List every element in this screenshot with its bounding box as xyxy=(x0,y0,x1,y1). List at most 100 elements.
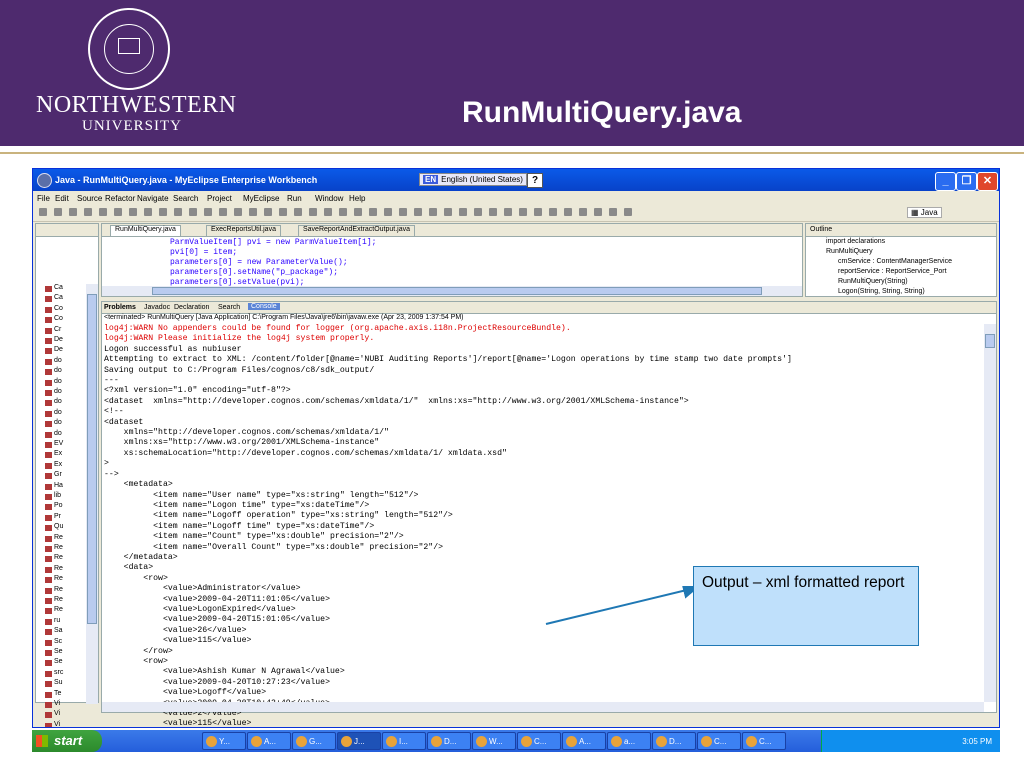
toolbar-action-icon[interactable] xyxy=(609,208,617,216)
toolbar-action-icon[interactable] xyxy=(414,208,422,216)
explorer-item[interactable]: Se xyxy=(45,658,63,667)
toolbar-action-icon[interactable] xyxy=(114,208,122,216)
editor-tab[interactable]: RunMultiQuery.java xyxy=(110,225,181,236)
taskbar-item[interactable]: W... xyxy=(472,732,516,750)
toolbar-action-icon[interactable] xyxy=(264,208,272,216)
toolbar-action-icon[interactable] xyxy=(444,208,452,216)
outline-item[interactable]: RunMultiQuery(String) xyxy=(838,278,908,285)
toolbar-action-icon[interactable] xyxy=(474,208,482,216)
explorer-item[interactable]: Re xyxy=(45,606,63,615)
explorer-item[interactable]: Co xyxy=(45,305,63,313)
taskbar-item[interactable]: Y... xyxy=(202,732,246,750)
toolbar-action-icon[interactable] xyxy=(54,208,62,216)
explorer-scroll-thumb[interactable] xyxy=(87,294,97,624)
restore-button[interactable]: ❐ xyxy=(956,172,977,191)
toolbar-action-icon[interactable] xyxy=(624,208,632,216)
explorer-item[interactable]: do xyxy=(45,409,62,417)
editor-tab[interactable]: ExecReportsUtil.java xyxy=(206,225,281,236)
explorer-item[interactable]: Re xyxy=(45,554,63,563)
explorer-item[interactable]: do xyxy=(45,398,62,407)
explorer-item[interactable]: Cr xyxy=(44,326,61,334)
toolbar-action-icon[interactable] xyxy=(204,208,212,216)
toolbar-action-icon[interactable] xyxy=(174,208,182,216)
taskbar-item[interactable]: A... xyxy=(247,732,291,750)
toolbar-action-icon[interactable] xyxy=(339,208,347,216)
explorer-item[interactable]: Sa xyxy=(45,627,63,636)
menu-refactor[interactable]: Refactor xyxy=(105,194,135,203)
explorer-item[interactable]: Ca xyxy=(45,284,63,292)
taskbar-item[interactable]: D... xyxy=(652,732,696,750)
editor-code[interactable]: ParmValueItem[] pvi = new ParmValueItem[… xyxy=(170,238,376,288)
outline-item[interactable]: import declarations xyxy=(826,238,885,245)
toolbar-action-icon[interactable] xyxy=(369,208,377,216)
toolbar-action-icon[interactable] xyxy=(219,208,227,216)
console-tab-console[interactable]: Console xyxy=(248,303,280,310)
toolbar-action-icon[interactable] xyxy=(144,208,152,216)
toolbar-action-icon[interactable] xyxy=(429,208,437,216)
toolbar-action-icon[interactable] xyxy=(534,208,542,216)
outline-item[interactable]: cmService : ContentManagerService xyxy=(838,258,952,265)
explorer-item[interactable]: src xyxy=(44,669,63,677)
toolbar-action-icon[interactable] xyxy=(69,208,77,216)
toolbar-action-icon[interactable] xyxy=(99,208,107,216)
explorer-item[interactable]: Re xyxy=(45,596,63,604)
menu-edit[interactable]: Edit xyxy=(55,194,69,203)
explorer-item[interactable]: Re xyxy=(45,575,63,584)
menu-search[interactable]: Search xyxy=(173,194,198,203)
toolbar-action-icon[interactable] xyxy=(519,208,527,216)
close-button[interactable]: ✕ xyxy=(977,172,998,191)
menu-navigate[interactable]: Navigate xyxy=(137,194,169,203)
explorer-item[interactable]: do xyxy=(45,430,62,438)
explorer-item[interactable]: Se xyxy=(45,648,63,656)
outline-item[interactable]: Logon(String, String, String) xyxy=(838,288,925,295)
console-tab-declaration[interactable]: Declaration xyxy=(174,304,209,311)
toolbar-action-icon[interactable] xyxy=(489,208,497,216)
editor-tab[interactable]: SaveReportAndExtractOutput.java xyxy=(298,225,416,236)
explorer-item[interactable]: Gr xyxy=(45,471,62,480)
taskbar-item[interactable]: G... xyxy=(292,732,336,750)
menu-help[interactable]: Help xyxy=(349,194,365,203)
explorer-item[interactable]: do xyxy=(45,378,62,386)
toolbar-action-icon[interactable] xyxy=(504,208,512,216)
help-icon[interactable]: ? xyxy=(527,173,543,188)
taskbar-item[interactable]: C... xyxy=(697,732,741,750)
console-hscrollbar[interactable] xyxy=(102,702,984,712)
toolbar-action-icon[interactable] xyxy=(294,208,302,216)
toolbar-action-icon[interactable] xyxy=(309,208,317,216)
toolbar-action-icon[interactable] xyxy=(39,208,47,216)
taskbar-item[interactable]: C... xyxy=(742,732,786,750)
explorer-item[interactable]: Ha xyxy=(45,482,63,490)
toolbar-action-icon[interactable] xyxy=(549,208,557,216)
explorer-item[interactable]: lib xyxy=(44,492,61,500)
explorer-item[interactable]: Re xyxy=(45,544,63,552)
taskbar-item[interactable]: D... xyxy=(427,732,471,750)
explorer-item[interactable]: Po xyxy=(45,502,63,511)
toolbar-action-icon[interactable] xyxy=(324,208,332,216)
explorer-item[interactable]: Re xyxy=(45,565,63,573)
toolbar-action-icon[interactable] xyxy=(384,208,392,216)
console-vscrollbar[interactable] xyxy=(984,324,996,702)
explorer-item[interactable]: Vi xyxy=(44,700,60,708)
taskbar-item[interactable]: J... xyxy=(337,732,381,750)
toolbar-action-icon[interactable] xyxy=(84,208,92,216)
explorer-item[interactable]: do xyxy=(45,388,62,396)
menu-run[interactable]: Run xyxy=(287,194,302,203)
toolbar-action-icon[interactable] xyxy=(234,208,242,216)
console-tab-javadoc[interactable]: Javadoc xyxy=(144,304,170,311)
explorer-item[interactable]: De xyxy=(45,346,63,355)
menu-source[interactable]: Source xyxy=(77,194,102,203)
explorer-item[interactable]: do xyxy=(45,419,62,428)
taskbar-item[interactable]: A... xyxy=(562,732,606,750)
menu-file[interactable]: File xyxy=(37,194,50,203)
explorer-item[interactable]: do xyxy=(45,357,62,365)
explorer-item[interactable]: Sc xyxy=(44,638,62,646)
minimize-button[interactable]: _ xyxy=(935,172,956,191)
toolbar-action-icon[interactable] xyxy=(129,208,137,216)
explorer-item[interactable]: Ca xyxy=(45,294,63,303)
toolbar-action-icon[interactable] xyxy=(249,208,257,216)
toolbar-action-icon[interactable] xyxy=(459,208,467,216)
menu-window[interactable]: Window xyxy=(315,194,343,203)
menu-project[interactable]: Project xyxy=(207,194,232,203)
taskbar-item[interactable]: I... xyxy=(382,732,426,750)
console-output[interactable]: log4j:WARN No appenders could be found f… xyxy=(104,324,980,727)
